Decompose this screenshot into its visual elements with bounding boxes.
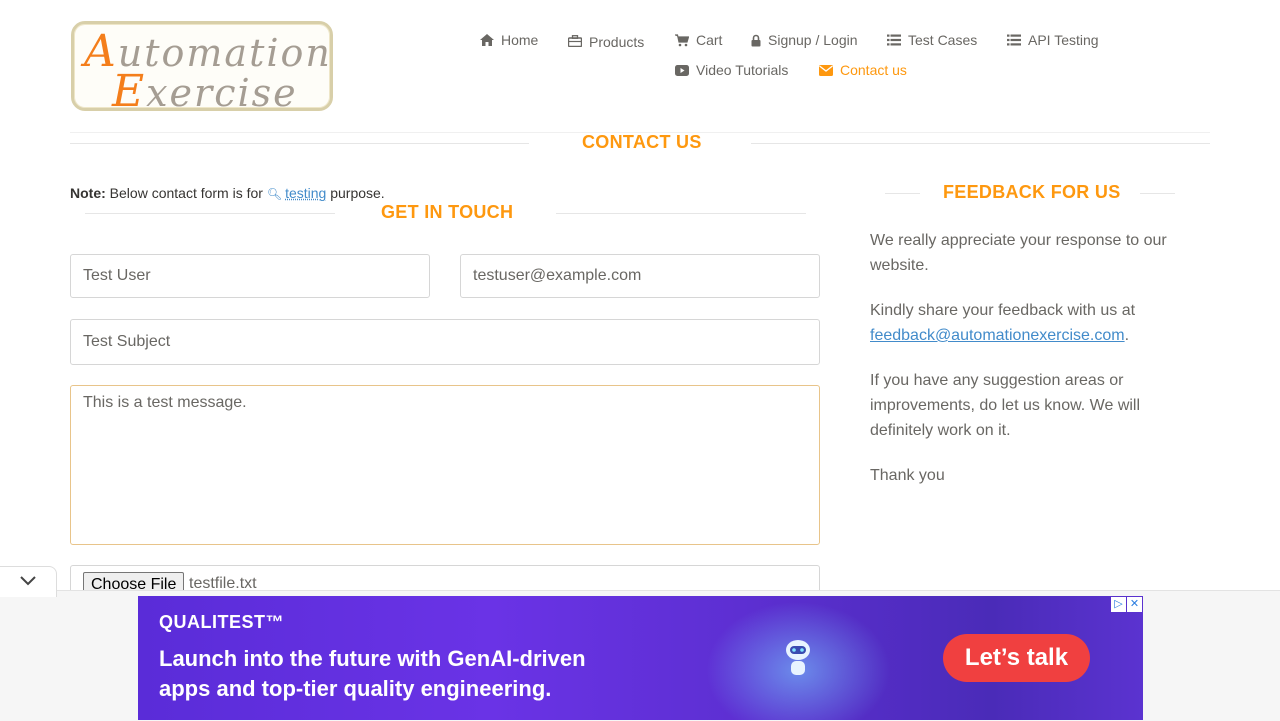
- message-textarea[interactable]: This is a test message.: [70, 385, 820, 545]
- form-note: Note: Below contact form is for 🔍︎ testin…: [70, 185, 385, 201]
- ad-collapse-toggle[interactable]: [0, 566, 57, 597]
- nav-api-testing[interactable]: API Testing: [1007, 32, 1099, 48]
- title-rule-left: [70, 143, 529, 144]
- search-icon: 🔍︎: [266, 187, 283, 201]
- feedback-p2-text: Kindly share your feedback with us at: [870, 302, 1136, 319]
- email-input[interactable]: [460, 254, 820, 298]
- nav-video-tutorials[interactable]: Video Tutorials: [675, 62, 788, 78]
- name-input[interactable]: [70, 254, 430, 298]
- briefcase-icon: [568, 34, 582, 48]
- feedback-paragraph-3: If you have any suggestion areas or impr…: [870, 372, 1141, 439]
- note-text: Below contact form is for: [109, 185, 263, 201]
- nav-cart[interactable]: Cart: [675, 32, 722, 48]
- logo-line-2: Exercise: [112, 66, 298, 117]
- feedback-paragraph-4: Thank you: [870, 467, 945, 484]
- ad-info-icon[interactable]: ▷: [1111, 597, 1126, 612]
- site-logo[interactable]: Automation Exercise: [71, 21, 333, 117]
- touch-rule-right: [556, 213, 806, 214]
- home-icon: [480, 33, 494, 47]
- nav-video-label: Video Tutorials: [696, 62, 789, 78]
- nav-products-label: Products: [589, 34, 645, 50]
- feedback-paragraph-1: We really appreciate your response to ou…: [870, 232, 1167, 274]
- nav-signup-label: Signup / Login: [768, 32, 858, 48]
- ad-banner[interactable]: QUALITEST™ Launch into the future with G…: [138, 596, 1143, 720]
- touch-rule-left: [85, 213, 335, 214]
- ad-brand: QUALITEST™: [159, 612, 284, 632]
- nav-home[interactable]: Home: [480, 32, 538, 48]
- feedback-paragraph-2: Kindly share your feedback with us at fe…: [870, 298, 1190, 348]
- ad-cta-button[interactable]: Let’s talk: [943, 634, 1090, 682]
- feedback-rule-left: [885, 193, 920, 194]
- feedback-rule-right: [1140, 193, 1175, 194]
- nav-products[interactable]: Products: [568, 31, 644, 50]
- nav-api-testing-label: API Testing: [1028, 32, 1099, 48]
- cart-icon: [675, 33, 689, 47]
- ad-line-1: Launch into the future with GenAI-driven: [159, 646, 586, 671]
- close-icon[interactable]: ✕: [1127, 597, 1142, 612]
- nav-cart-label: Cart: [696, 32, 723, 48]
- feedback-email-link[interactable]: feedback@automationexercise.com: [870, 327, 1125, 344]
- nav-contact-label: Contact us: [840, 62, 907, 78]
- envelope-icon: [819, 63, 833, 77]
- ad-choices[interactable]: ▷ ✕: [1111, 597, 1142, 612]
- get-in-touch-title: GET IN TOUCH: [381, 202, 514, 222]
- youtube-play-icon: [675, 63, 689, 77]
- title-rule-right: [751, 143, 1210, 144]
- chevron-down-icon: [20, 573, 36, 591]
- page-title: CONTACT US: [582, 132, 702, 152]
- nav-signup-login[interactable]: Signup / Login: [751, 32, 858, 48]
- list-icon: [1007, 33, 1021, 47]
- feedback-p2-period: .: [1124, 327, 1130, 344]
- robot-icon: [783, 638, 813, 685]
- subject-input[interactable]: [70, 319, 820, 365]
- nav-home-label: Home: [501, 32, 539, 48]
- note-after: purpose.: [330, 185, 385, 201]
- lock-icon: [751, 33, 761, 47]
- nav-test-cases[interactable]: Test Cases: [887, 32, 977, 48]
- list-icon: [887, 33, 901, 47]
- feedback-title: FEEDBACK FOR US: [943, 182, 1121, 202]
- nav-test-cases-label: Test Cases: [908, 32, 978, 48]
- note-bold: Note:: [70, 185, 106, 201]
- nav-contact-us[interactable]: Contact us: [819, 62, 907, 78]
- testing-link[interactable]: testing: [285, 185, 326, 201]
- ad-line-2: apps and top-tier quality engineering.: [159, 676, 552, 701]
